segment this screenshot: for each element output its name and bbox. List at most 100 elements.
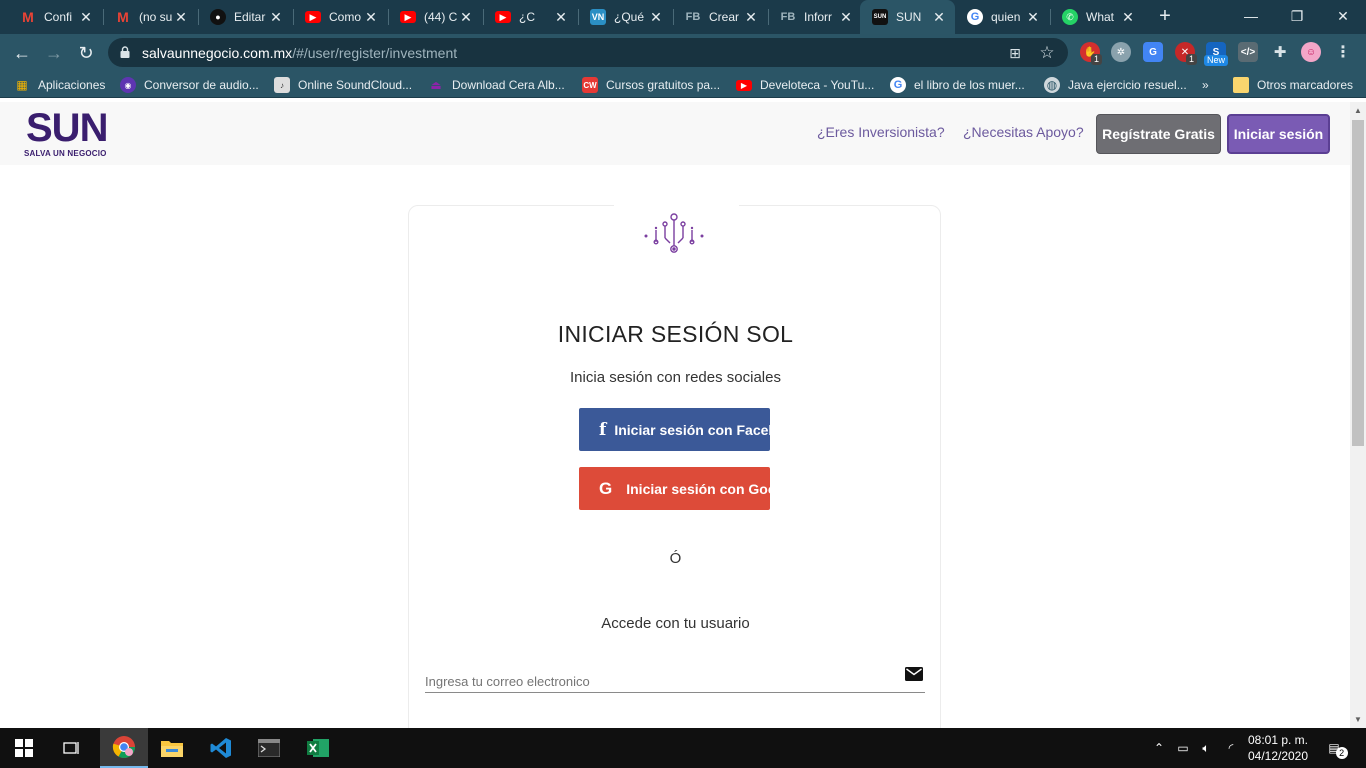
- close-tab-icon[interactable]: ✕: [1025, 9, 1041, 26]
- tray-overflow-chevron-icon[interactable]: ⌃: [1150, 728, 1168, 768]
- browser-tab[interactable]: ● Editar ✕: [198, 0, 292, 34]
- close-tab-icon[interactable]: ✕: [173, 9, 189, 26]
- soundcloud-icon: ♪: [274, 77, 290, 93]
- google-login-button[interactable]: G Iniciar sesión con Google: [579, 467, 770, 510]
- lock-icon: [120, 46, 130, 58]
- chrome-icon: [112, 736, 135, 758]
- browser-tab[interactable]: FB Inforr ✕: [768, 0, 862, 34]
- close-tab-icon[interactable]: ✕: [1120, 9, 1136, 26]
- youtube-icon: ▶: [495, 11, 511, 23]
- restore-button[interactable]: ❐: [1274, 0, 1320, 32]
- reload-button[interactable]: ↻: [74, 41, 98, 65]
- bookmarks-overflow-icon[interactable]: »: [1202, 76, 1209, 94]
- terminal-icon: [258, 739, 280, 757]
- notification-center-button[interactable]: ▤ 2: [1320, 728, 1356, 768]
- extension-translate-icon[interactable]: G: [1143, 42, 1163, 62]
- clock-date: 04/12/2020: [1247, 749, 1309, 763]
- browser-tab-active[interactable]: SUN SUN ✕: [860, 0, 955, 34]
- page-scrollbar[interactable]: ▲ ▼: [1350, 102, 1366, 728]
- login-button[interactable]: Iniciar sesión: [1227, 114, 1330, 154]
- circuit-logo-icon: [644, 213, 704, 253]
- new-tab-button[interactable]: +: [1154, 5, 1176, 27]
- extensions-puzzle-icon[interactable]: ✚: [1270, 42, 1290, 62]
- translate-icon[interactable]: ⊞: [1006, 44, 1024, 62]
- battery-icon[interactable]: ▭: [1174, 728, 1192, 768]
- taskbar-excel[interactable]: [294, 728, 342, 768]
- back-button[interactable]: ←: [10, 41, 34, 65]
- bookmark-item[interactable]: ♪ Online SoundCloud...: [274, 76, 412, 94]
- bookmark-item[interactable]: G el libro de los muer...: [890, 76, 1025, 94]
- address-bar[interactable]: salvaunnegocio.com.mx/#/user/register/in…: [108, 38, 1068, 67]
- google-icon: G: [890, 77, 906, 93]
- card-notch: [614, 204, 739, 210]
- close-window-button[interactable]: ✕: [1320, 0, 1366, 32]
- extension-badge: 1: [1091, 54, 1103, 65]
- system-clock[interactable]: 08:01 p. m. 04/12/2020: [1240, 732, 1316, 764]
- task-view-button[interactable]: [48, 728, 96, 768]
- forward-button[interactable]: →: [42, 41, 66, 65]
- extension-cookie-icon[interactable]: ✲: [1111, 42, 1131, 62]
- sun-icon: SUN: [872, 9, 888, 25]
- url-host: salvaunnegocio.com.mx: [142, 45, 293, 61]
- extension-devtools-icon[interactable]: </>: [1238, 42, 1258, 62]
- apps-grid-icon: ▦: [16, 78, 28, 92]
- scroll-down-arrow-icon[interactable]: ▼: [1354, 715, 1362, 724]
- social-login-prompt: Inicia sesión con redes sociales: [570, 369, 781, 386]
- close-tab-icon[interactable]: ✕: [458, 9, 474, 26]
- close-tab-icon[interactable]: ✕: [363, 9, 379, 26]
- browser-tab[interactable]: M (no su ✕: [103, 0, 197, 34]
- close-tab-icon[interactable]: ✕: [648, 9, 664, 26]
- close-tab-icon[interactable]: ✕: [743, 9, 759, 26]
- browser-tab[interactable]: ▶ ¿C ✕: [483, 0, 577, 34]
- scrollbar-thumb[interactable]: [1352, 120, 1364, 446]
- wifi-icon[interactable]: ◜: [1222, 728, 1240, 768]
- bookmark-item[interactable]: ⏏ Download Cera Alb...: [428, 76, 564, 94]
- courses-icon: CW: [582, 77, 598, 93]
- browser-tab[interactable]: ▶ Como ✕: [293, 0, 387, 34]
- investor-link[interactable]: ¿Eres Inversionista?: [817, 124, 945, 140]
- support-link[interactable]: ¿Necesitas Apoyo?: [963, 124, 1084, 140]
- taskbar-terminal[interactable]: [245, 728, 293, 768]
- site-header: SUN SALVA UN NEGOCIO ¿Eres Inversionista…: [0, 102, 1350, 165]
- taskbar-chrome[interactable]: [100, 728, 148, 768]
- bookmark-item[interactable]: ◍ Java ejercicio resuel...: [1044, 76, 1187, 94]
- web-page: SUN SALVA UN NEGOCIO ¿Eres Inversionista…: [0, 102, 1350, 728]
- volume-icon[interactable]: 🔈︎: [1197, 728, 1215, 768]
- close-tab-icon[interactable]: ✕: [931, 9, 947, 26]
- profile-avatar[interactable]: ☺: [1301, 42, 1321, 62]
- browser-tab[interactable]: M Confi ✕: [8, 0, 102, 34]
- register-button[interactable]: Regístrate Gratis: [1096, 114, 1221, 154]
- minimize-button[interactable]: —: [1228, 0, 1274, 32]
- bookmark-item[interactable]: CW Cursos gratuitos pa...: [582, 76, 720, 94]
- close-tab-icon[interactable]: ✕: [268, 9, 284, 26]
- browser-tab[interactable]: ✆ What ✕: [1050, 0, 1144, 34]
- start-button[interactable]: [0, 728, 48, 768]
- close-tab-icon[interactable]: ✕: [838, 9, 854, 26]
- browser-tab[interactable]: G quien ✕: [955, 0, 1049, 34]
- bookmark-item[interactable]: ◉ Conversor de audio...: [120, 76, 259, 94]
- bookmark-other-folder[interactable]: Otros marcadores: [1233, 76, 1353, 94]
- browser-tab[interactable]: FB Crear ✕: [673, 0, 767, 34]
- url-path: /#/user/register/investment: [292, 45, 458, 61]
- bookmark-item[interactable]: ▶ Develoteca - YouTu...: [736, 76, 874, 94]
- bookmark-star-icon[interactable]: ☆: [1038, 44, 1056, 62]
- scroll-up-arrow-icon[interactable]: ▲: [1354, 106, 1362, 115]
- browser-tab[interactable]: ▶ (44) C ✕: [388, 0, 482, 34]
- taskbar-vscode[interactable]: [197, 728, 245, 768]
- vscode-icon: [210, 738, 231, 758]
- bookmark-apps[interactable]: ▦ Aplicaciones: [14, 76, 105, 94]
- close-tab-icon[interactable]: ✕: [78, 9, 94, 26]
- facebook-login-button[interactable]: f Iniciar sesión con Facebook: [579, 408, 770, 451]
- browser-tab[interactable]: VN ¿Qué ✕: [578, 0, 672, 34]
- notification-count-badge: 2: [1335, 747, 1348, 759]
- folder-icon: [161, 741, 183, 757]
- close-tab-icon[interactable]: ✕: [553, 9, 569, 26]
- menu-kebab-icon[interactable]: ⋮: [1333, 42, 1353, 62]
- taskbar-file-explorer[interactable]: [148, 728, 196, 768]
- whatsapp-icon: ✆: [1062, 9, 1078, 25]
- gmail-icon: M: [22, 9, 34, 25]
- site-logo[interactable]: SUN: [26, 108, 108, 148]
- bookmarks-bar: ▦ Aplicaciones ◉ Conversor de audio... ♪…: [0, 71, 1366, 98]
- youtube-icon: ▶: [305, 11, 321, 23]
- email-field[interactable]: [425, 663, 925, 693]
